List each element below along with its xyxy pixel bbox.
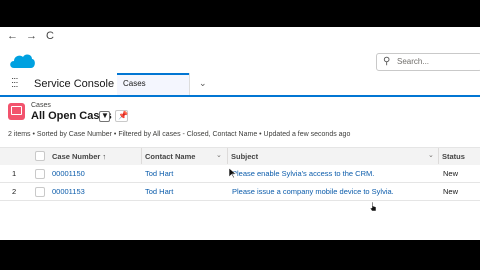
case-number-link[interactable]: 00001153 [52, 187, 85, 196]
row-index: 2 [12, 187, 17, 196]
row-index: 1 [12, 169, 17, 178]
list-view-summary: 2 items • Sorted by Case Number • Filter… [8, 131, 351, 138]
pin-icon: 📌 [118, 111, 128, 120]
contact-name-link[interactable]: Tod Hart [145, 187, 173, 196]
reload-icon[interactable]: C [46, 29, 54, 43]
pin-list-button[interactable]: 📌 [115, 110, 128, 122]
browser-toolbar: ← → C [0, 27, 480, 46]
hand-cursor-icon [370, 202, 377, 212]
subject-link[interactable]: Please enable Sylvia's access to the CRM… [232, 169, 374, 178]
row-checkbox[interactable] [35, 187, 45, 197]
col-status[interactable]: Status [442, 152, 465, 161]
nav-menu-dropdown[interactable]: ⌄ [189, 73, 214, 95]
col-case-number[interactable]: Case Number ↑ [52, 152, 106, 161]
caret-down-icon: ▼ [101, 111, 109, 120]
text-cursor-icon [229, 168, 237, 178]
contact-name-link[interactable]: Tod Hart [145, 169, 173, 178]
cases-object-icon [8, 103, 25, 120]
app-name: Service Console [34, 78, 115, 90]
column-divider[interactable] [438, 148, 439, 164]
forward-icon[interactable]: → [26, 29, 37, 43]
salesforce-cloud-logo[interactable] [8, 51, 36, 71]
app-launcher-icon[interactable]: ⋅⋅⋅ ⋅⋅⋅ ⋅⋅⋅ [11, 75, 18, 93]
column-divider[interactable] [141, 148, 142, 164]
status-value: New [443, 187, 459, 196]
list-view-picker-button[interactable]: ▼ [99, 111, 110, 122]
status-value: New [443, 169, 459, 178]
global-search[interactable]: ⚲ Search... [376, 53, 480, 71]
back-icon[interactable]: ← [7, 29, 18, 43]
search-placeholder: Search... [397, 57, 430, 66]
chevron-down-icon: ⌄ [199, 78, 207, 88]
column-divider[interactable] [227, 148, 228, 164]
col-contact-name[interactable]: Contact Name [145, 152, 195, 161]
tab-cases-label: Cases [123, 79, 146, 88]
object-label: Cases [31, 102, 51, 109]
row-checkbox[interactable] [35, 169, 45, 179]
col-contact-menu-icon[interactable]: ⌄ [216, 151, 222, 159]
search-icon: ⚲ [383, 56, 391, 67]
select-all-checkbox[interactable] [35, 151, 45, 161]
col-subject-menu-icon[interactable]: ⌄ [428, 151, 434, 159]
subject-link[interactable]: Please issue a company mobile device to … [232, 187, 394, 196]
tab-cases[interactable]: Cases [117, 73, 189, 95]
case-number-link[interactable]: 00001150 [52, 169, 85, 178]
col-subject[interactable]: Subject [231, 152, 258, 161]
